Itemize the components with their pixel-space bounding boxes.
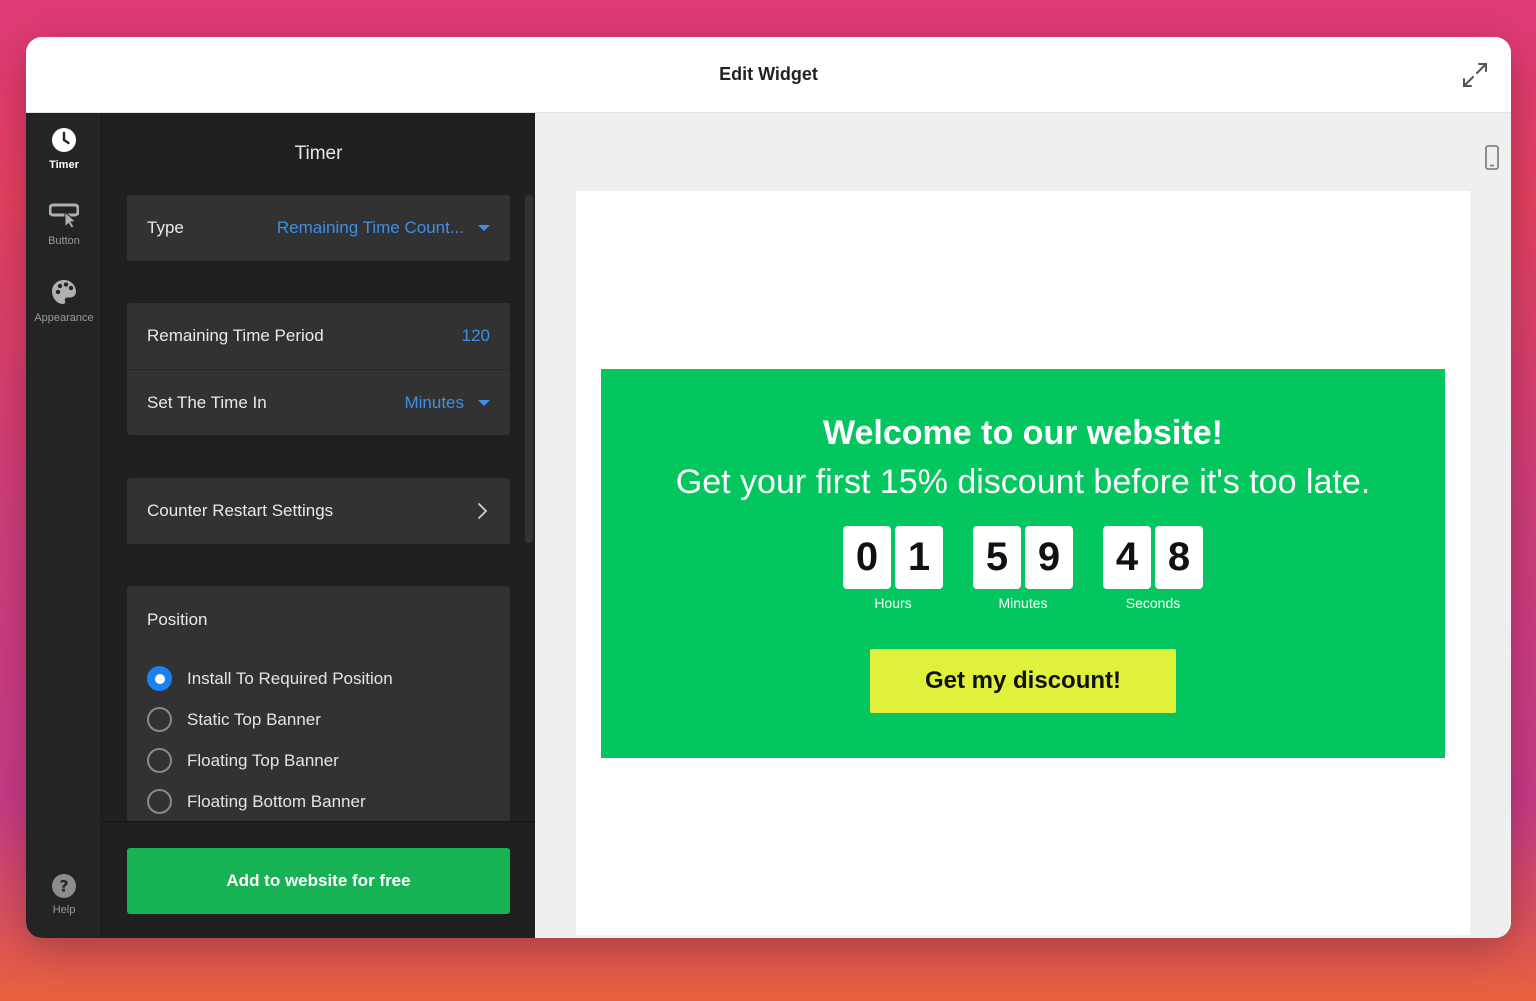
expand-icon[interactable]: [1461, 61, 1489, 89]
panel-footer: Add to website for free: [102, 821, 535, 938]
caret-down-icon: [478, 399, 490, 406]
nav-label-button: Button: [48, 235, 80, 247]
icon-sidebar: Timer Button Appearance ? Help: [26, 113, 102, 938]
timer-unit-label: Minutes: [998, 595, 1048, 611]
radio-checked[interactable]: [147, 666, 172, 691]
preview-area: Welcome to our website! Get your first 1…: [535, 113, 1511, 938]
panel-scrollbar[interactable]: [525, 195, 533, 543]
unit-label: Set The Time In: [147, 392, 267, 412]
type-value: Remaining Time Count...: [276, 218, 464, 237]
add-to-website-button[interactable]: Add to website for free: [127, 848, 510, 914]
unit-value: Minutes: [404, 392, 464, 412]
widget-subheading: Get your first 15% discount before it's …: [675, 463, 1371, 501]
position-option[interactable]: Install To Required Position: [147, 658, 490, 699]
timer-hours: 0 1 Hours: [843, 526, 943, 611]
window-title: Edit Widget: [719, 64, 818, 84]
nav-label-timer: Timer: [49, 159, 79, 171]
timer-digit: 1: [895, 526, 943, 589]
mobile-device-icon[interactable]: [1483, 145, 1501, 171]
position-option-label: Floating Bottom Banner: [187, 791, 366, 811]
position-option-label: Floating Top Banner: [187, 750, 339, 770]
timer-digit: 4: [1103, 526, 1151, 589]
time-settings-card: Remaining Time Period 120 Set The Time I…: [127, 303, 510, 435]
time-unit-dropdown[interactable]: Set The Time In Minutes: [127, 369, 510, 435]
type-dropdown[interactable]: Type Remaining Time Count...: [127, 195, 510, 261]
timer-digit: 0: [843, 526, 891, 589]
caret-down-icon: [478, 225, 490, 231]
nav-timer[interactable]: Timer: [26, 127, 102, 171]
position-option-label: Static Top Banner: [187, 709, 321, 729]
radio-unchecked[interactable]: [147, 748, 172, 773]
restart-card: Counter Restart Settings: [127, 478, 510, 544]
counter-restart-settings[interactable]: Counter Restart Settings: [127, 478, 510, 544]
position-option[interactable]: Static Top Banner: [147, 699, 490, 740]
countdown-widget: Welcome to our website! Get your first 1…: [601, 369, 1445, 758]
nav-button[interactable]: Button: [26, 203, 102, 247]
type-label: Type: [147, 218, 184, 237]
timer-digit: 9: [1025, 526, 1073, 589]
timer-seconds: 4 8 Seconds: [1103, 526, 1203, 611]
timer-minutes: 5 9 Minutes: [973, 526, 1073, 611]
timer-digit: 8: [1155, 526, 1203, 589]
title-bar: Edit Widget: [26, 37, 1511, 113]
svg-text:?: ?: [59, 877, 68, 896]
timer-unit-label: Hours: [874, 595, 912, 611]
restart-label: Counter Restart Settings: [147, 501, 334, 520]
edit-widget-window: Edit Widget Timer Button Appearance ? He…: [26, 37, 1511, 938]
chevron-right-icon: [478, 503, 488, 519]
palette-icon: [52, 280, 76, 304]
nav-help[interactable]: ? Help: [26, 873, 102, 916]
timer-digit: 5: [973, 526, 1021, 589]
radio-unchecked[interactable]: [147, 789, 172, 814]
remaining-time-period-field[interactable]: Remaining Time Period 120: [127, 303, 510, 369]
position-title: Position: [147, 610, 208, 629]
period-value[interactable]: 120: [462, 326, 490, 346]
radio-unchecked[interactable]: [147, 707, 172, 732]
preview-canvas: Welcome to our website! Get your first 1…: [576, 191, 1470, 935]
help-label: Help: [52, 904, 76, 916]
help-icon: ?: [52, 874, 76, 898]
settings-panel: Timer Type Remaining Time Count... Remai…: [102, 113, 535, 938]
timer-unit-label: Seconds: [1125, 595, 1181, 611]
period-label: Remaining Time Period: [147, 326, 324, 345]
countdown-timer: 0 1 Hours 5 9 Minutes 4 8 Seconds: [601, 526, 1445, 611]
clock-icon: [52, 128, 76, 152]
type-card: Type Remaining Time Count...: [127, 195, 510, 261]
panel-title: Timer: [294, 143, 343, 164]
nav-appearance[interactable]: Appearance: [26, 278, 102, 324]
position-option-label: Install To Required Position: [187, 668, 393, 688]
position-option[interactable]: Floating Top Banner: [147, 740, 490, 781]
get-discount-button[interactable]: Get my discount!: [870, 649, 1176, 713]
position-options: Install To Required Position Static Top …: [127, 630, 510, 822]
nav-label-appearance: Appearance: [34, 312, 94, 324]
widget-heading: Welcome to our website!: [823, 414, 1223, 452]
button-cursor-icon: [49, 203, 79, 229]
position-option[interactable]: Floating Bottom Banner: [147, 781, 490, 822]
